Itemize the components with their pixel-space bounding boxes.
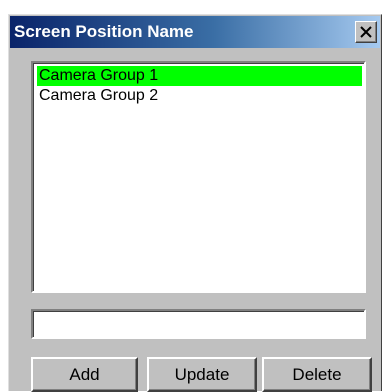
list-item[interactable]: Camera Group 2 bbox=[37, 86, 158, 106]
update-button[interactable]: Update bbox=[147, 357, 257, 392]
add-button[interactable]: Add bbox=[31, 357, 138, 392]
window-title: Screen Position Name bbox=[14, 22, 194, 41]
close-icon bbox=[360, 26, 372, 38]
list-item[interactable]: Camera Group 1 bbox=[37, 66, 362, 86]
close-button[interactable] bbox=[355, 21, 377, 43]
delete-button[interactable]: Delete bbox=[262, 357, 372, 392]
title-bar[interactable]: Screen Position Name bbox=[10, 16, 380, 48]
screen-position-dialog: Screen Position Name Camera Group 1 Came… bbox=[8, 14, 382, 392]
camera-group-list[interactable]: Camera Group 1 Camera Group 2 bbox=[31, 61, 366, 293]
position-name-input[interactable] bbox=[31, 309, 366, 339]
